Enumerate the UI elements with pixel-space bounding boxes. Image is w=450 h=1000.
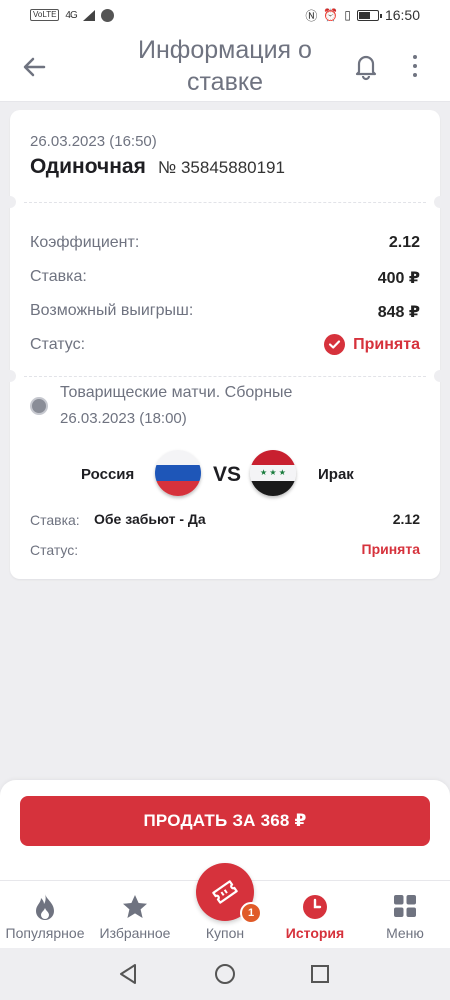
nav-label: Купон (205, 925, 245, 941)
page-title: Информация о ставке (138, 36, 312, 96)
vibrate-icon: ▯ (344, 8, 351, 22)
nav-popular[interactable]: Популярное (0, 881, 90, 949)
bottom-nav: Популярное Избранное Купон 1 История Мен… (0, 863, 450, 949)
clock-icon (303, 895, 327, 919)
clock-time: 16:50 (384, 7, 420, 23)
nav-label: Популярное (5, 925, 85, 941)
volte-indicator: VoLTE (30, 9, 60, 21)
circle-home-icon[interactable] (213, 962, 237, 986)
card-notch (4, 196, 16, 208)
more-dot (413, 55, 417, 59)
coupon-count-badge: 1 (240, 902, 262, 924)
versus-label: VS (213, 463, 242, 486)
more-dot (413, 64, 417, 68)
battery-icon (356, 9, 382, 21)
more-dot (413, 73, 417, 77)
pick-odds: 2.12 (392, 511, 420, 527)
system-nav-bar (0, 948, 450, 1000)
nav-label: Меню (386, 925, 424, 941)
football-icon (30, 397, 48, 415)
bet-card: 26.03.2023 (16:50) Одиночная № 358458801… (4, 110, 446, 579)
ticket-icon (212, 880, 238, 904)
status-label: Статус: (30, 336, 86, 353)
event-status-value: Принята (361, 541, 421, 557)
bet-date: 26.03.2023 (16:50) (30, 133, 157, 150)
payout-value: 848 ₽ (377, 304, 420, 321)
spotify-icon (100, 8, 114, 22)
card-notch (434, 196, 446, 208)
notifications-button[interactable] (350, 50, 382, 82)
card-notch (4, 370, 16, 382)
event-status-label: Статус: (30, 542, 79, 558)
status-bar: VoLTE 4G Ⓝ ⏰ ▯ 16:50 (0, 0, 450, 30)
grid-icon (394, 895, 416, 917)
square-recents-icon[interactable] (308, 962, 332, 986)
bet-type: Одиночная (30, 155, 146, 178)
payout-label: Возможный выигрыш: (30, 302, 194, 319)
alarm-icon: ⏰ (323, 8, 339, 22)
card-notch (434, 370, 446, 382)
bet-number: № 35845880191 (158, 158, 285, 177)
divider (24, 376, 426, 377)
stake-label: Ставка: (30, 268, 87, 285)
app-header: Информация о ставке (0, 30, 450, 102)
russia-flag-icon (155, 450, 201, 496)
iraq-flag-icon: ★ ★ ★ (250, 450, 296, 496)
sell-button[interactable]: ПРОДАТЬ ЗА 368 ₽ (20, 796, 430, 846)
home-team: Россия (81, 466, 135, 483)
check-circle-icon (324, 334, 346, 355)
divider (24, 202, 426, 203)
league-name: Товарищеские матчи. Сборные (60, 384, 293, 401)
arrow-left-icon (23, 57, 46, 77)
back-button[interactable] (18, 50, 52, 84)
away-team: Ирак (318, 466, 354, 483)
signal-icon (82, 9, 95, 21)
network-indicator: 4G (65, 9, 77, 21)
nav-history[interactable]: История (270, 881, 360, 949)
nav-label: Избранное (99, 925, 171, 941)
bell-icon (355, 55, 377, 81)
event-date: 26.03.2023 (18:00) (60, 410, 187, 427)
nav-label: История (285, 925, 345, 941)
coefficient-value: 2.12 (388, 234, 420, 251)
nfc-icon: Ⓝ (305, 8, 318, 23)
stake-value: 400 ₽ (377, 270, 420, 287)
pick-value: Обе забьют - Да (94, 511, 206, 527)
more-options-button[interactable] (404, 50, 426, 82)
fire-icon (36, 894, 54, 920)
status-badge: Принята (324, 334, 420, 355)
status-value: Принята (353, 335, 420, 353)
nav-menu[interactable]: Меню (360, 881, 450, 949)
pick-label: Ставка: (30, 512, 80, 528)
triangle-back-icon[interactable] (116, 962, 140, 986)
nav-favorites[interactable]: Избранное (90, 881, 180, 949)
coefficient-label: Коэффициент: (30, 234, 140, 251)
star-icon (123, 895, 147, 918)
